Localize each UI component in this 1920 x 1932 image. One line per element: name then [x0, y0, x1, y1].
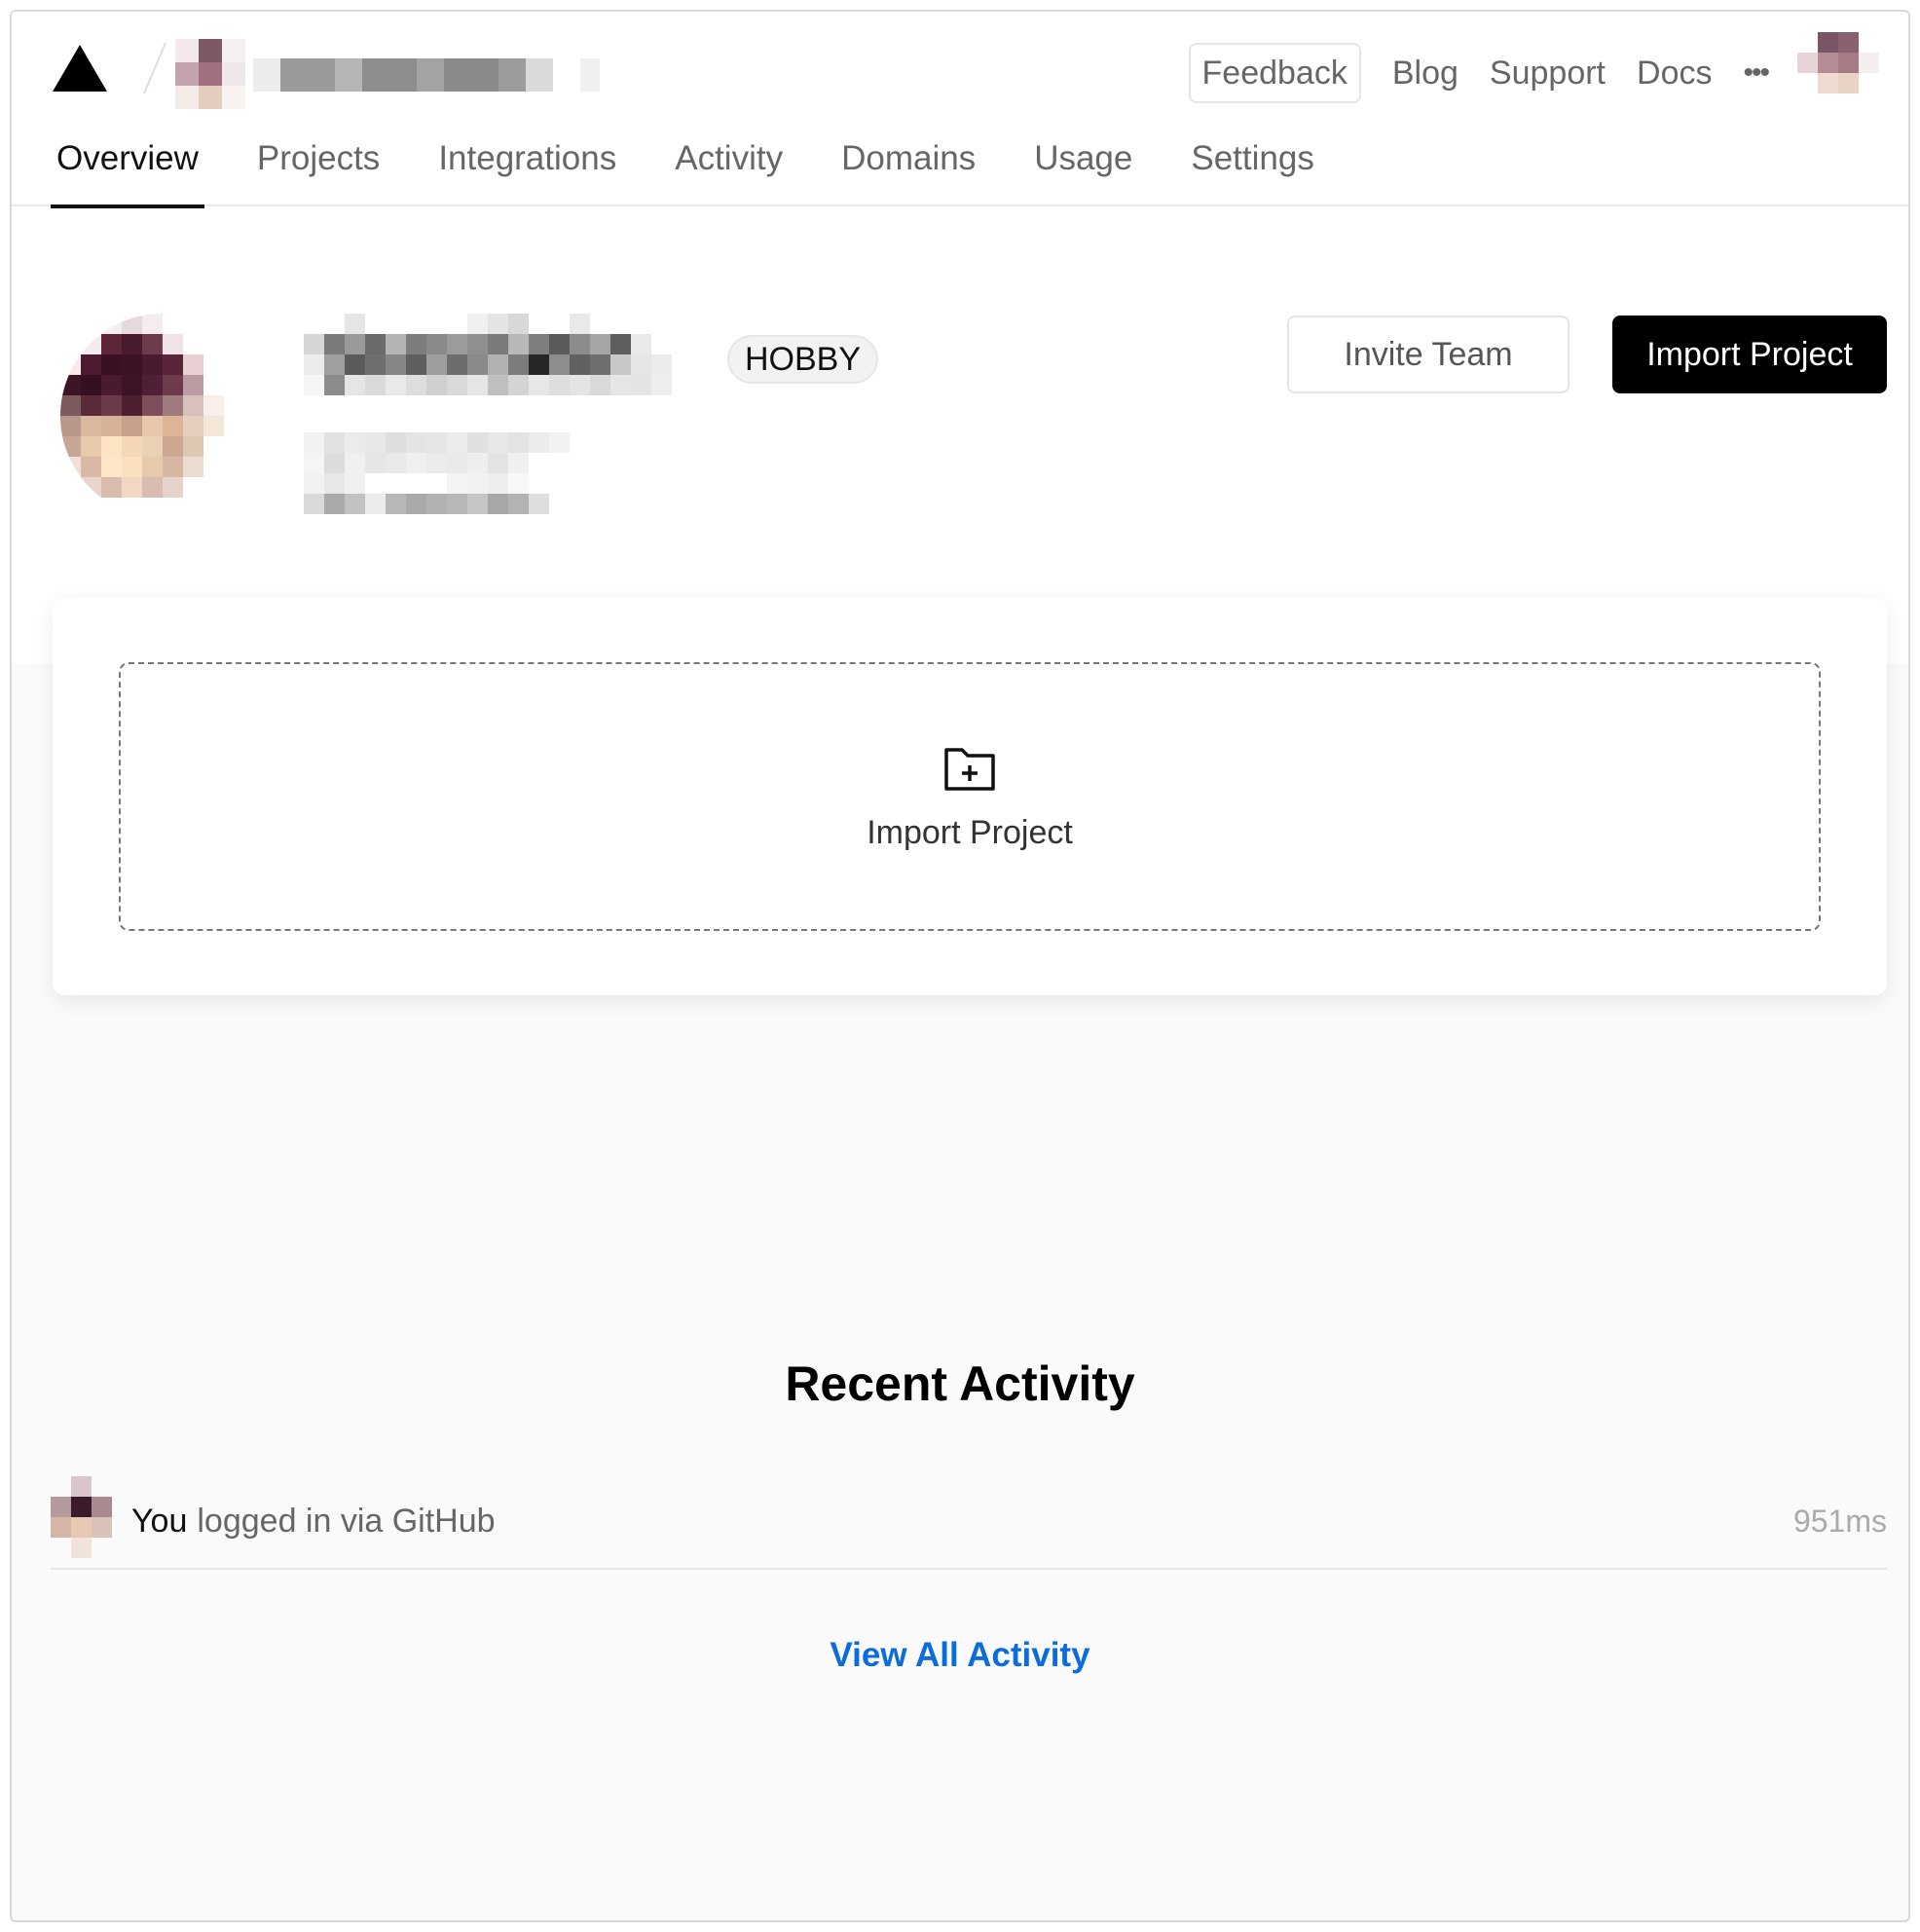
folder-plus-icon — [944, 747, 995, 791]
team-avatar[interactable] — [175, 39, 245, 109]
tab-domains[interactable]: Domains — [835, 133, 981, 206]
profile-avatar — [60, 314, 265, 518]
breadcrumb-separator-icon — [143, 42, 166, 94]
tab-activity[interactable]: Activity — [669, 133, 789, 206]
navbar: Feedback Blog Support Docs ••• Overview … — [12, 12, 1908, 208]
profile-name-redacted — [304, 314, 693, 395]
blog-link[interactable]: Blog — [1392, 55, 1458, 93]
more-menu-icon[interactable]: ••• — [1743, 56, 1769, 90]
recent-activity-title: Recent Activity — [785, 1356, 1135, 1411]
profile-email-redacted — [304, 432, 610, 514]
activity-item: You logged in via GitHub 951ms — [51, 1474, 1887, 1570]
invite-team-button[interactable]: Invite Team — [1287, 316, 1569, 393]
plan-badge: HOBBY — [727, 335, 879, 384]
tab-usage[interactable]: Usage — [1028, 133, 1138, 206]
import-project-button[interactable]: Import Project — [1612, 316, 1887, 393]
tab-overview[interactable]: Overview — [51, 133, 204, 208]
app-window: Feedback Blog Support Docs ••• Overview … — [10, 10, 1910, 1922]
vercel-logo-icon[interactable] — [51, 43, 109, 93]
activity-avatar — [51, 1476, 112, 1558]
main-tabs: Overview Projects Integrations Activity … — [51, 133, 1367, 208]
feedback-button[interactable]: Feedback — [1188, 43, 1361, 103]
tab-projects[interactable]: Projects — [251, 133, 386, 206]
support-link[interactable]: Support — [1490, 55, 1606, 93]
activity-text: logged in via GitHub — [197, 1502, 496, 1540]
view-all-activity-link[interactable]: View All Activity — [12, 1636, 1908, 1675]
team-name-redacted[interactable] — [253, 58, 600, 92]
tab-settings[interactable]: Settings — [1185, 133, 1319, 206]
profile-header: HOBBY Invite Team Import Project — [12, 206, 1908, 664]
activity-time: 951ms — [1792, 1503, 1887, 1539]
user-avatar[interactable] — [1797, 32, 1879, 114]
top-section: Feedback Blog Support Docs ••• Overview … — [12, 12, 1908, 664]
tab-integrations[interactable]: Integrations — [432, 133, 622, 206]
activity-actor: You — [131, 1502, 188, 1540]
import-project-card: Import Project — [53, 598, 1887, 995]
top-right-nav: Feedback Blog Support Docs ••• — [1188, 32, 1879, 114]
import-dropzone-label: Import Project — [867, 813, 1073, 851]
import-dropzone[interactable]: Import Project — [119, 662, 1821, 931]
docs-link[interactable]: Docs — [1637, 55, 1712, 93]
